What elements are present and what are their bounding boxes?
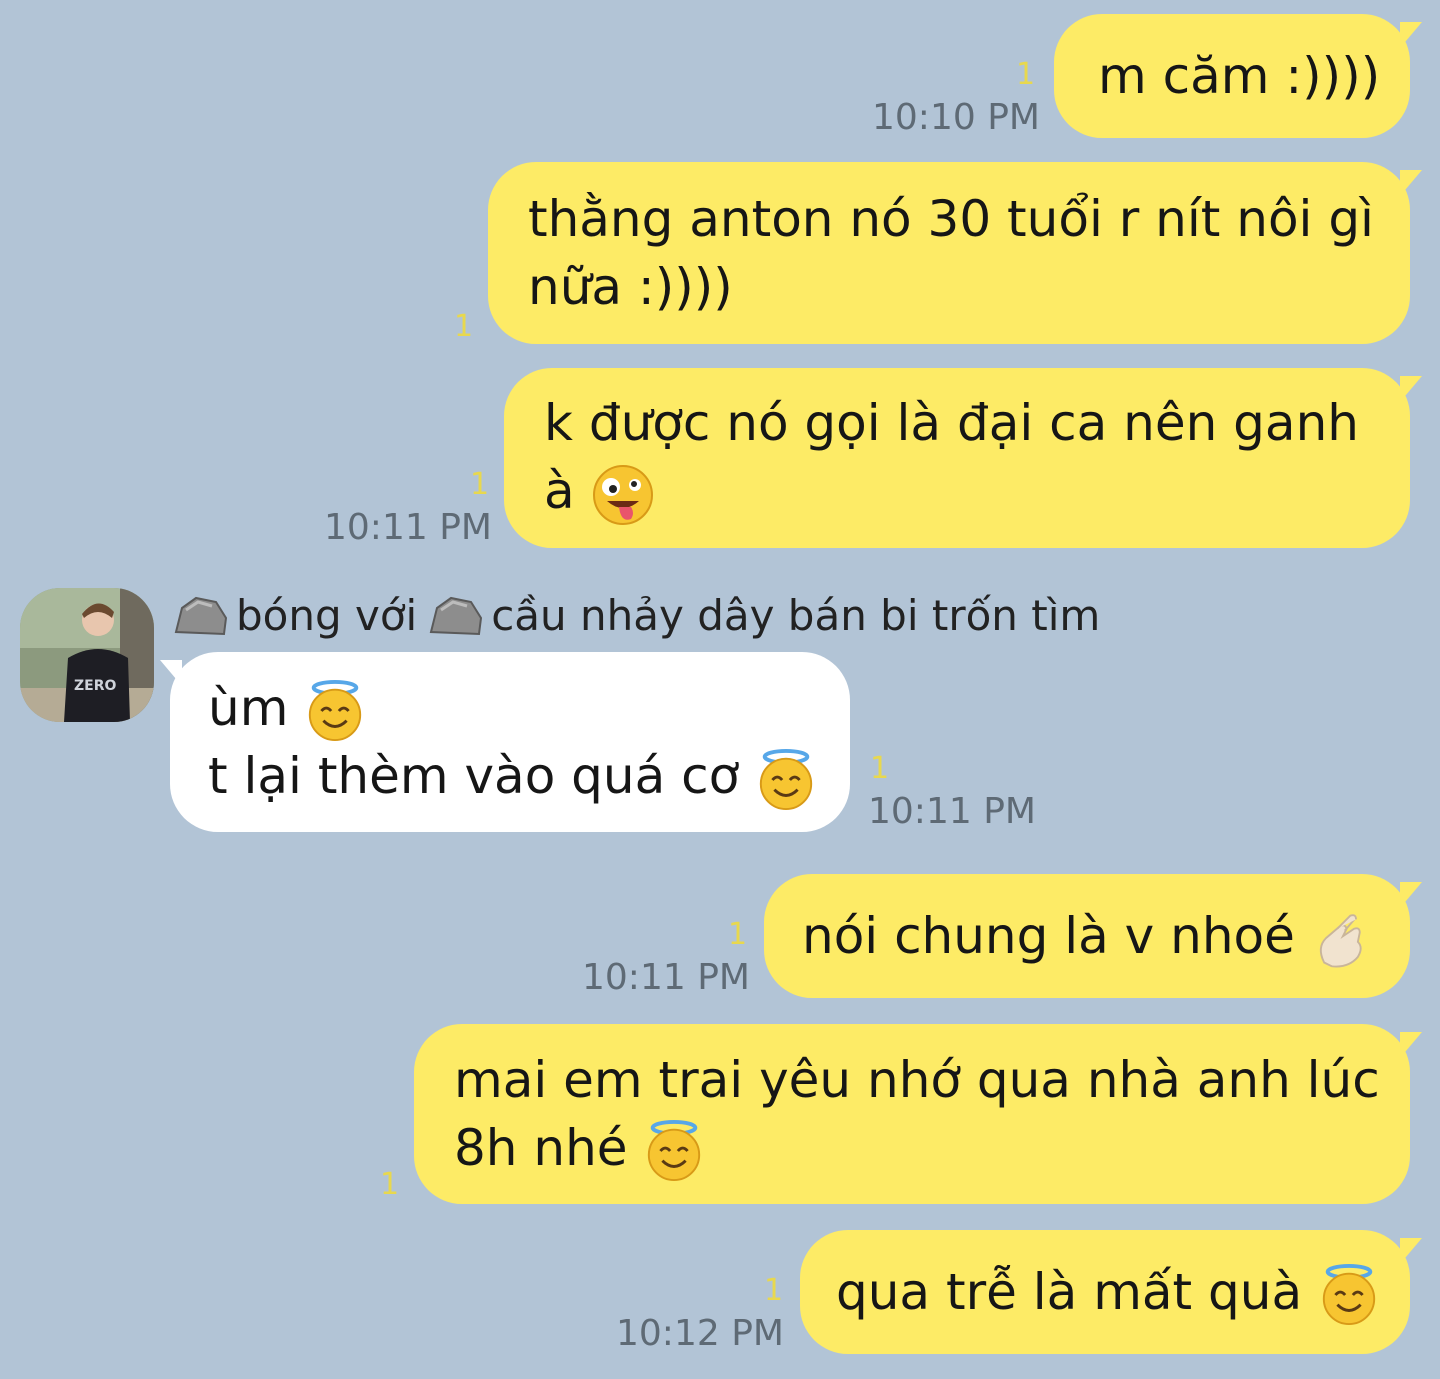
message-text: t lại thèm vào quá cơ <box>208 747 740 805</box>
message-bubble-outgoing[interactable]: qua trễ là mất quà <box>800 1230 1410 1354</box>
read-counter: 1 <box>870 751 890 786</box>
zany-face-emoji-icon <box>592 464 653 525</box>
halo-smile-emoji-icon <box>759 748 813 810</box>
bubble-tail <box>1400 376 1422 402</box>
message-text: m căm :)))) <box>1098 47 1381 105</box>
message-text: qua trễ là mất quà <box>836 1262 1303 1321</box>
message-text: ùm <box>208 678 289 737</box>
svg-text:ZERO: ZERO <box>74 678 116 694</box>
message-timestamp: 10:11 PM <box>868 791 1036 832</box>
sender-name-part2: cầu nhảy dây bán bi trốn tìm <box>491 591 1101 640</box>
halo-smile-emoji-icon <box>309 680 362 742</box>
message-text: mai em trai yêu nhớ qua nhà anh lúc <box>454 1050 1380 1109</box>
message-timestamp: 10:11 PM <box>324 507 492 548</box>
message-text: thằng anton nó 30 tuổi r nít nôi gì <box>528 190 1374 248</box>
message-text: 8h nhé <box>454 1118 628 1177</box>
message-bubble-outgoing[interactable]: nói chung là v nhoé <box>764 874 1410 998</box>
read-counter: 1 <box>728 917 748 952</box>
message-line: qua trễ là mất quà <box>836 1258 1376 1327</box>
message-line: t lại thèm vào quá cơ <box>208 742 813 811</box>
sender-name-part1: bóng với <box>236 591 418 640</box>
message-bubble-outgoing[interactable]: m căm :)))) <box>1054 14 1410 138</box>
sender-name: bóng với cầu nhảy dây bán bi trốn tìm <box>172 590 1100 642</box>
halo-smile-emoji-icon <box>648 1120 701 1182</box>
message-bubble-outgoing[interactable]: k được nó gọi là đại ca nên ganh à <box>504 368 1410 548</box>
read-counter: 1 <box>764 1273 784 1308</box>
bubble-tail <box>1400 170 1422 196</box>
bubble-tail <box>1400 22 1422 48</box>
finger-heart-emoji-icon <box>1319 913 1362 967</box>
message-line: nói chung là v nhoé <box>802 902 1366 970</box>
message-text: k được nó gọi là đại ca nên ganh <box>544 394 1359 453</box>
message-line: 8h nhé <box>454 1114 1366 1183</box>
avatar-photo-icon: ZERO <box>20 588 154 722</box>
message-timestamp: 10:10 PM <box>872 97 1040 138</box>
read-counter: 1 <box>1016 57 1036 92</box>
read-counter: 1 <box>470 467 490 502</box>
bubble-tail <box>1400 882 1422 908</box>
read-counter: 1 <box>380 1167 400 1202</box>
rock-icon <box>174 596 228 636</box>
message-bubble-incoming[interactable]: ùm t lại thèm vào quá cơ <box>170 652 850 832</box>
message-line: ùm <box>208 674 806 743</box>
message-bubble-outgoing[interactable]: thằng anton nó 30 tuổi r nít nôi gì nữa … <box>488 162 1410 344</box>
bubble-tail <box>1400 1238 1422 1264</box>
rock-icon <box>429 596 483 636</box>
avatar[interactable]: ZERO <box>20 588 154 722</box>
message-text: nữa :)))) <box>528 258 733 316</box>
message-line: à <box>544 457 1366 527</box>
message-timestamp: 10:12 PM <box>616 1313 784 1354</box>
bubble-tail <box>160 660 182 686</box>
halo-smile-emoji-icon <box>1322 1264 1376 1326</box>
bubble-tail <box>1400 1032 1422 1058</box>
message-timestamp: 10:11 PM <box>582 957 750 998</box>
message-text: nói chung là v nhoé <box>802 907 1295 965</box>
message-text: à <box>544 462 575 521</box>
read-counter: 1 <box>454 309 474 344</box>
message-bubble-outgoing[interactable]: mai em trai yêu nhớ qua nhà anh lúc 8h n… <box>414 1024 1410 1204</box>
